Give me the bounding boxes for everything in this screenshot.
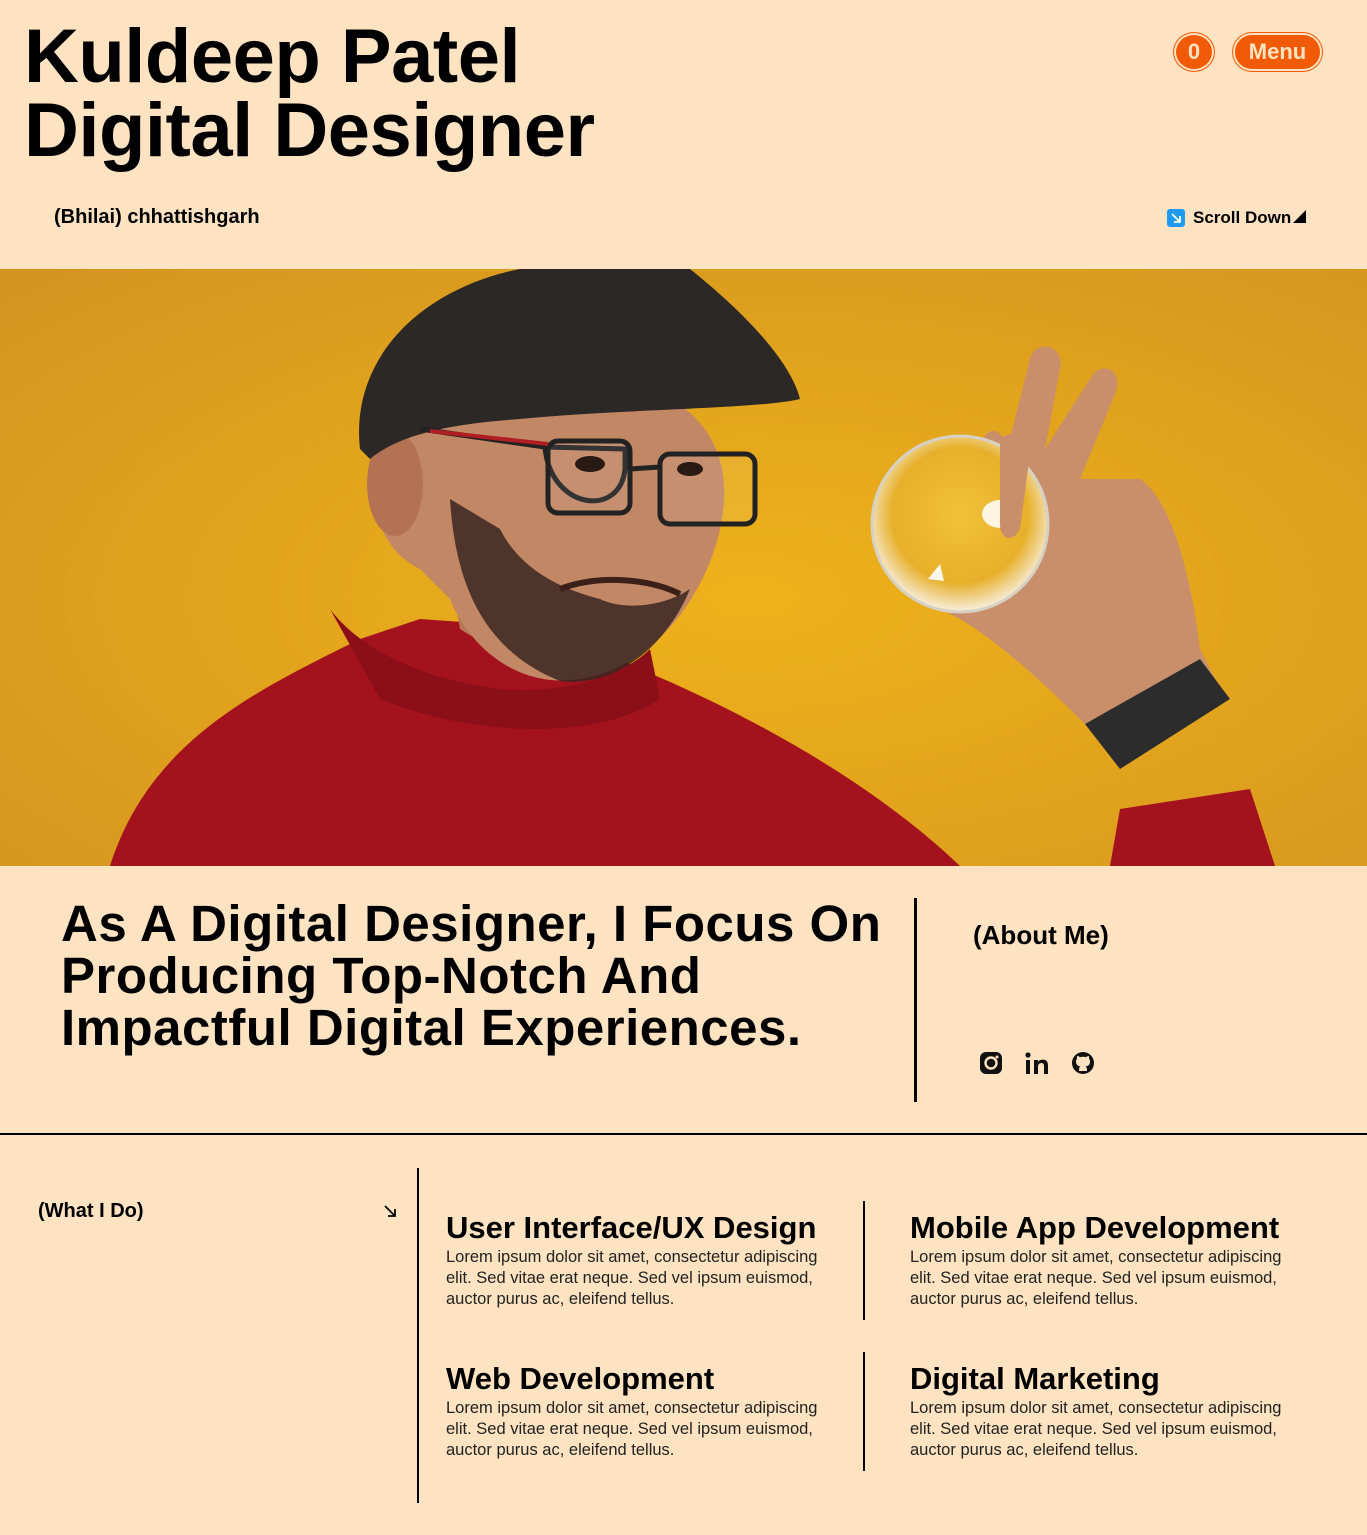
- hero-role: Digital Designer: [24, 88, 595, 173]
- social-links: [978, 1050, 1096, 1076]
- service-description: Lorem ipsum dolor sit amet, consectetur …: [910, 1399, 1282, 1459]
- service-card: User Interface/UX Design Lorem ipsum dol…: [446, 1211, 846, 1310]
- instagram-icon[interactable]: [978, 1050, 1004, 1076]
- about-heading: As A Digital Designer, I Focus On Produc…: [61, 895, 882, 1056]
- service-title: Web Development: [446, 1361, 715, 1396]
- service-title: User Interface/UX Design: [446, 1210, 817, 1245]
- menu-button[interactable]: Menu: [1233, 33, 1322, 71]
- github-icon[interactable]: [1070, 1050, 1096, 1076]
- service-description: Lorem ipsum dolor sit amet, consectetur …: [910, 1248, 1282, 1308]
- location-text: (Bhilai) chhattishgarh: [54, 206, 260, 228]
- triangle-icon: [1293, 208, 1307, 228]
- scroll-down-link[interactable]: Scroll Down: [1167, 208, 1307, 228]
- portrait-illustration: [0, 269, 1367, 866]
- service-card: Digital Marketing Lorem ipsum dolor sit …: [910, 1362, 1310, 1461]
- hero-photo: [0, 269, 1367, 866]
- hero-name: Kuldeep Patel: [24, 14, 521, 99]
- service-divider: [863, 1201, 865, 1320]
- service-card: Web Development Lorem ipsum dolor sit am…: [446, 1362, 846, 1461]
- service-description: Lorem ipsum dolor sit amet, consectetur …: [446, 1248, 818, 1308]
- arrow-down-right-icon: [383, 1204, 397, 1223]
- service-title: Mobile App Development: [910, 1210, 1280, 1245]
- about-label: (About Me): [973, 920, 1109, 950]
- scroll-down-label: Scroll Down: [1193, 208, 1292, 227]
- cart-count-badge[interactable]: 0: [1174, 33, 1214, 71]
- section-divider: [0, 1133, 1367, 1135]
- services-label: (What I Do): [38, 1200, 144, 1222]
- linkedin-icon[interactable]: [1024, 1050, 1050, 1076]
- service-divider: [863, 1352, 865, 1471]
- service-card: Mobile App Development Lorem ipsum dolor…: [910, 1211, 1310, 1310]
- arrow-down-right-icon: [1167, 209, 1185, 227]
- service-title: Digital Marketing: [910, 1361, 1160, 1396]
- about-divider: [914, 898, 917, 1102]
- hero-title: Kuldeep Patel Digital Designer: [24, 14, 595, 173]
- services-divider: [417, 1168, 419, 1503]
- service-description: Lorem ipsum dolor sit amet, consectetur …: [446, 1399, 818, 1459]
